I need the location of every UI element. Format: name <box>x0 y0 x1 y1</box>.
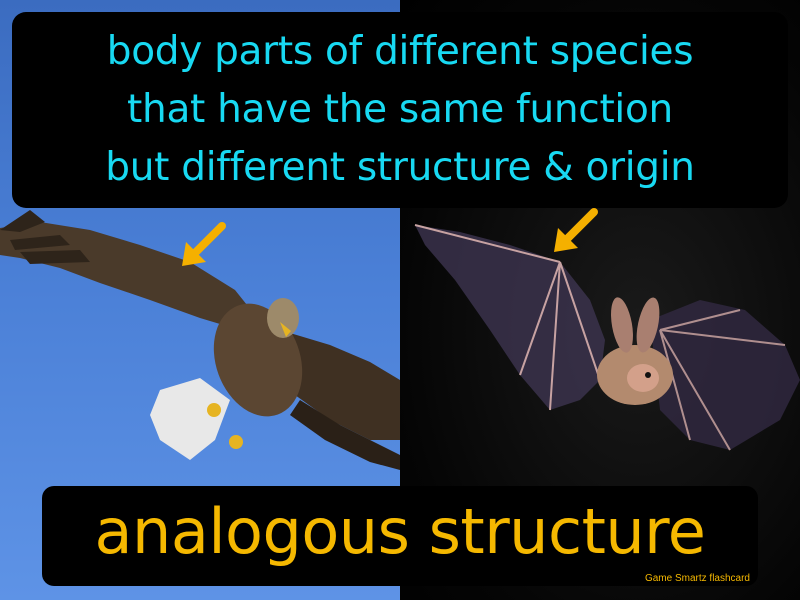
arrow-down-left-icon <box>554 208 598 252</box>
flashcard: body parts of different species that hav… <box>0 0 800 600</box>
definition-line-3: but different structure & origin <box>105 145 695 190</box>
definition-box: body parts of different species that hav… <box>12 12 788 208</box>
arrow-down-left-icon <box>182 222 226 266</box>
term-box: analogous structure <box>42 486 758 586</box>
definition-line-2: that have the same function <box>127 87 673 132</box>
term-title: analogous structure <box>94 495 706 568</box>
definition-line-1: body parts of different species <box>106 29 694 74</box>
watermark-text: Game Smartz flashcard <box>644 573 750 584</box>
